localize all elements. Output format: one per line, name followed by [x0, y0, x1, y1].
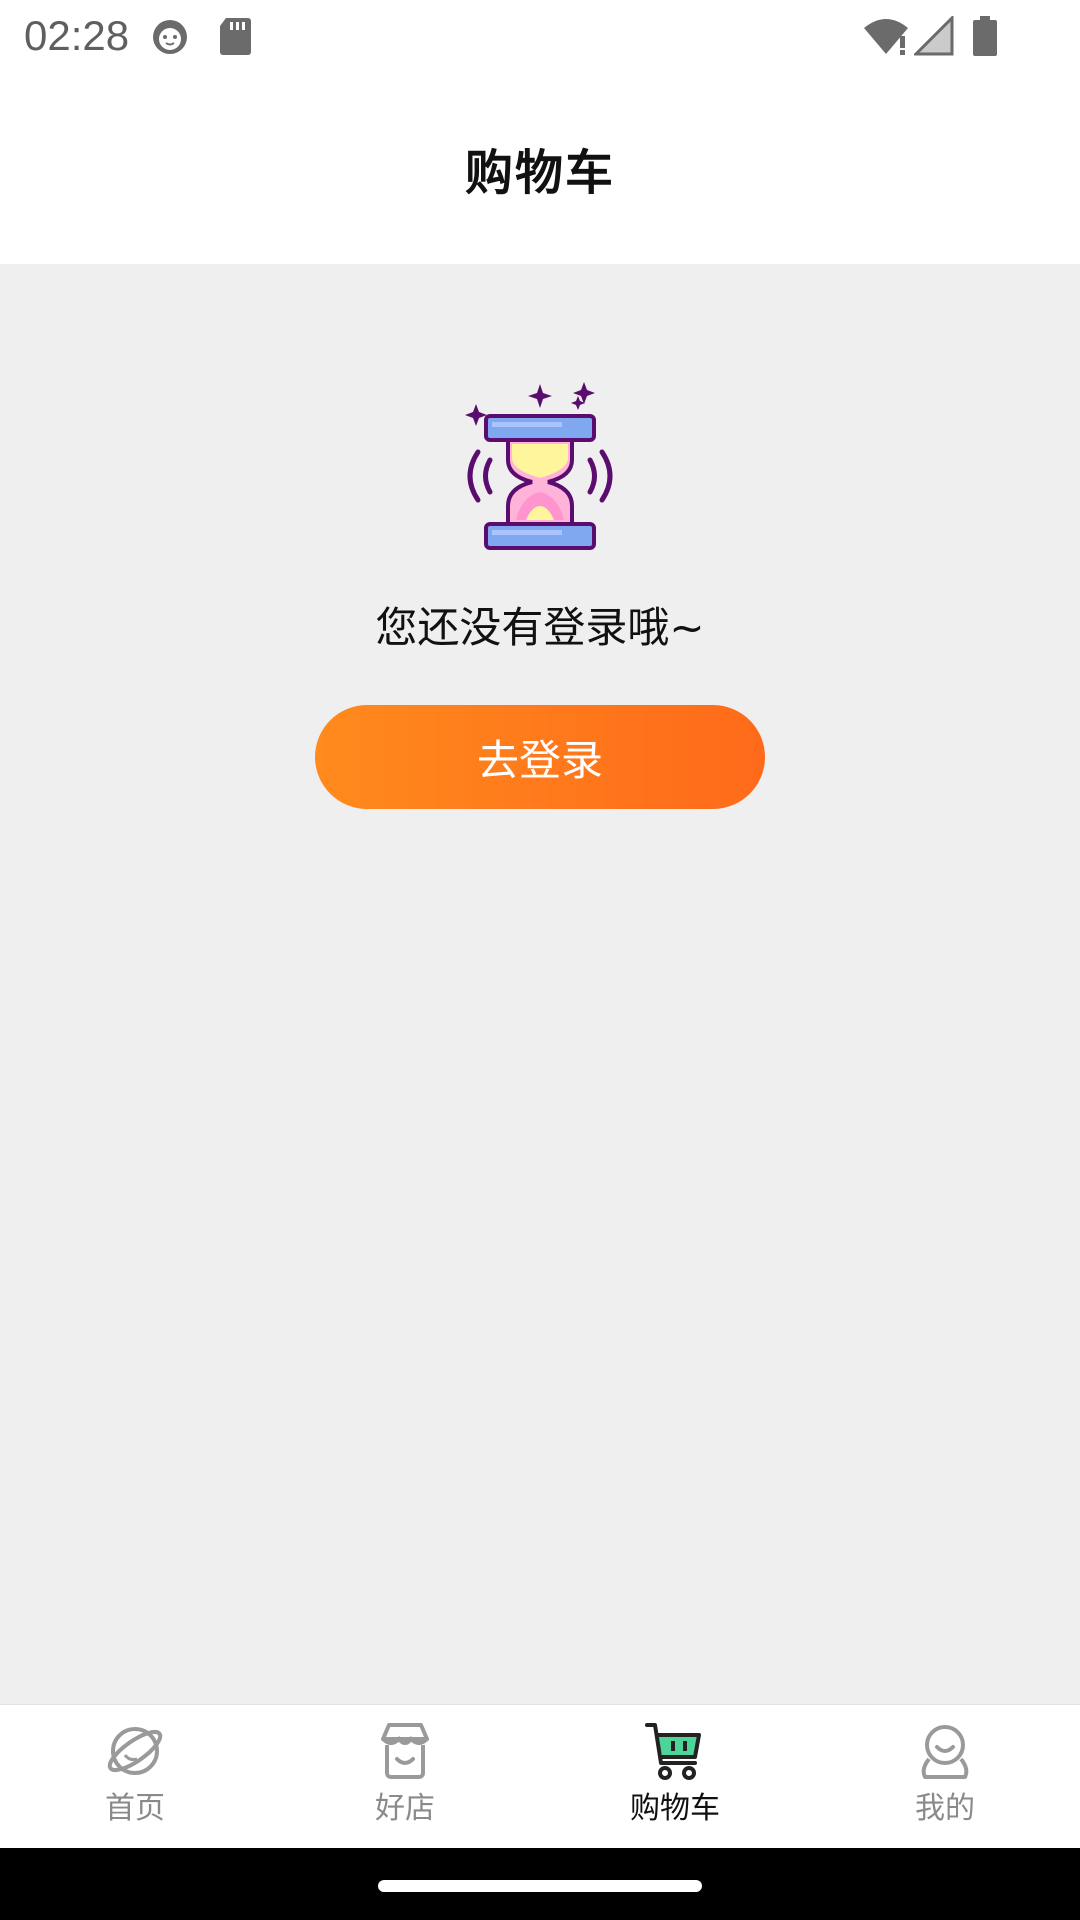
page-header: 购物车 [0, 72, 1080, 264]
tab-mine-label: 我的 [915, 1791, 975, 1826]
status-time: 02:28 [24, 12, 130, 59]
user-icon [913, 1719, 977, 1783]
bottom-tab-bar: 首页 好店 购物车 我的 [0, 1704, 1080, 1849]
tab-stores-label: 好店 [375, 1791, 435, 1826]
cart-icon [643, 1719, 707, 1783]
wifi-alert-icon [862, 16, 910, 60]
home-indicator[interactable] [378, 1880, 702, 1892]
sd-card-icon [218, 16, 252, 60]
tab-home[interactable]: 首页 [0, 1705, 270, 1849]
page-title: 购物车 [464, 145, 615, 201]
planet-icon [103, 1719, 167, 1783]
store-icon [373, 1719, 437, 1783]
login-prompt-message: 您还没有登录哦~ [375, 603, 705, 652]
tab-home-label: 首页 [105, 1791, 165, 1826]
go-login-button[interactable]: 去登录 [315, 705, 765, 809]
cat-face-icon [150, 16, 190, 60]
tab-cart[interactable]: 购物车 [540, 1705, 810, 1849]
tab-mine[interactable]: 我的 [810, 1705, 1080, 1849]
status-bar: 02:28 [0, 0, 1080, 72]
hourglass-icon [456, 378, 624, 558]
battery-icon [972, 16, 998, 60]
tab-cart-label: 购物车 [630, 1791, 720, 1826]
tab-stores[interactable]: 好店 [270, 1705, 540, 1849]
cellular-signal-icon [912, 14, 954, 60]
